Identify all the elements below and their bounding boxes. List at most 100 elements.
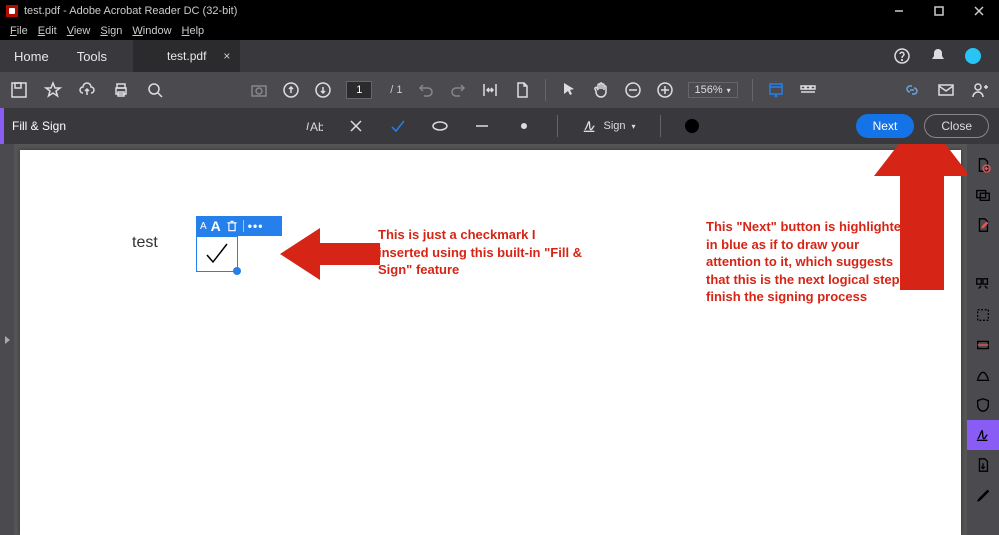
page-number-input[interactable] — [346, 81, 372, 99]
separator — [545, 79, 546, 101]
decrease-size-icon[interactable]: A — [200, 221, 207, 232]
menu-file[interactable]: File — [6, 24, 32, 38]
workspace: test A A ••• This is just a che — [0, 144, 999, 535]
next-button[interactable]: Next — [856, 114, 915, 138]
share-link-icon[interactable] — [903, 81, 921, 99]
separator — [752, 79, 753, 101]
rp-redact-icon[interactable] — [967, 360, 999, 390]
close-window-button[interactable] — [959, 0, 999, 22]
overflow-icon[interactable] — [799, 81, 817, 99]
bell-icon[interactable] — [929, 47, 947, 65]
checkmark-tool-icon[interactable] — [388, 117, 406, 135]
annotation-text-left: This is just a checkmark I inserted usin… — [378, 226, 588, 279]
page-total: / 1 — [390, 84, 402, 96]
save-icon[interactable] — [10, 81, 28, 99]
window-controls — [879, 0, 999, 22]
rp-scan-icon[interactable] — [967, 330, 999, 360]
help-icon[interactable] — [893, 47, 911, 65]
pointer-icon[interactable] — [560, 81, 578, 99]
main-toolbar: / 1 156%▾ — [0, 72, 999, 108]
increase-size-icon[interactable]: A — [211, 218, 221, 234]
window-title: test.pdf - Adobe Acrobat Reader DC (32-b… — [24, 5, 237, 17]
right-tools-panel — [967, 144, 999, 535]
tab-right-tools — [893, 47, 999, 65]
undo-icon[interactable] — [417, 81, 435, 99]
rp-comment-icon[interactable] — [967, 240, 999, 270]
sign-tool-label: Sign — [603, 120, 625, 132]
menu-view[interactable]: View — [63, 24, 95, 38]
annotation-toolbar: A A ••• — [196, 216, 282, 236]
camera-icon[interactable] — [250, 81, 268, 99]
dot-tool-icon[interactable] — [514, 117, 532, 135]
tab-close-icon[interactable]: × — [223, 49, 230, 63]
svg-text:Ab: Ab — [309, 120, 322, 134]
page-up-icon[interactable] — [282, 81, 300, 99]
menu-bar: File Edit View Sign Window Help — [0, 22, 999, 40]
window-titlebar: test.pdf - Adobe Acrobat Reader DC (32-b… — [0, 0, 999, 22]
zoom-level-label: 156% — [695, 84, 723, 96]
redo-icon[interactable] — [449, 81, 467, 99]
rp-create-pdf-icon[interactable] — [967, 150, 999, 180]
separator — [556, 115, 557, 137]
fill-sign-toolbar: Fill & Sign IAb Sign ▾ Next Close — [0, 108, 999, 144]
hand-icon[interactable] — [592, 81, 610, 99]
cloud-upload-icon[interactable] — [78, 81, 96, 99]
page-icon[interactable] — [513, 81, 531, 99]
checkmark-annotation[interactable]: A A ••• — [196, 216, 282, 272]
menu-window[interactable]: Window — [128, 24, 175, 38]
minimize-button[interactable] — [879, 0, 919, 22]
fit-width-icon[interactable] — [481, 81, 499, 99]
tab-tools[interactable]: Tools — [63, 40, 121, 72]
document-canvas[interactable]: test A A ••• This is just a che — [14, 144, 967, 535]
tab-home[interactable]: Home — [0, 40, 63, 72]
text-tool-icon[interactable]: IAb — [304, 117, 322, 135]
tab-document-label: test.pdf — [167, 49, 206, 63]
rp-fill-sign-icon[interactable] — [967, 420, 999, 450]
annotation-text-right: This "Next" button is highlighted in blu… — [706, 218, 916, 306]
search-icon[interactable] — [146, 81, 164, 99]
tab-document[interactable]: test.pdf × — [133, 40, 240, 72]
resize-handle[interactable] — [233, 267, 241, 275]
page-down-icon[interactable] — [314, 81, 332, 99]
rp-protect-icon[interactable] — [967, 390, 999, 420]
menu-edit[interactable]: Edit — [34, 24, 61, 38]
rp-combine-icon[interactable] — [967, 180, 999, 210]
star-icon[interactable] — [44, 81, 62, 99]
pdf-page[interactable]: test A A ••• This is just a che — [20, 150, 961, 535]
line-tool-icon[interactable] — [472, 117, 490, 135]
share-person-icon[interactable] — [971, 81, 989, 99]
more-annotation-icon[interactable]: ••• — [248, 219, 264, 233]
circle-tool-icon[interactable] — [430, 117, 448, 135]
zoom-out-icon[interactable] — [624, 81, 642, 99]
separator — [243, 220, 244, 232]
page-text-test: test — [132, 234, 158, 252]
zoom-in-icon[interactable] — [656, 81, 674, 99]
rp-more-tools-icon[interactable] — [967, 480, 999, 510]
tab-bar: Home Tools test.pdf × — [0, 40, 999, 72]
color-picker-dot[interactable] — [685, 119, 699, 133]
fill-sign-label: Fill & Sign — [4, 119, 66, 133]
x-mark-tool-icon[interactable] — [346, 117, 364, 135]
close-button[interactable]: Close — [924, 114, 989, 138]
delete-annotation-icon[interactable] — [225, 219, 239, 233]
rp-edit-pdf-icon[interactable] — [967, 210, 999, 240]
separator — [660, 115, 661, 137]
rp-organize-icon[interactable] — [967, 270, 999, 300]
svg-text:I: I — [305, 121, 308, 133]
email-icon[interactable] — [937, 81, 955, 99]
zoom-level-dropdown[interactable]: 156%▾ — [688, 82, 738, 98]
account-avatar[interactable] — [965, 48, 981, 64]
maximize-button[interactable] — [919, 0, 959, 22]
app-icon — [6, 5, 18, 17]
menu-help[interactable]: Help — [178, 24, 209, 38]
print-icon[interactable] — [112, 81, 130, 99]
rp-export-icon[interactable] — [967, 450, 999, 480]
annotation-arrow-left — [280, 228, 380, 285]
left-gutter-expand[interactable] — [0, 144, 14, 535]
rp-compress-icon[interactable] — [967, 300, 999, 330]
checkmark-field[interactable] — [196, 236, 238, 272]
fill-sign-tools: IAb Sign ▾ — [304, 115, 698, 137]
read-mode-icon[interactable] — [767, 81, 785, 99]
sign-tool[interactable]: Sign ▾ — [581, 118, 635, 134]
menu-sign[interactable]: Sign — [96, 24, 126, 38]
